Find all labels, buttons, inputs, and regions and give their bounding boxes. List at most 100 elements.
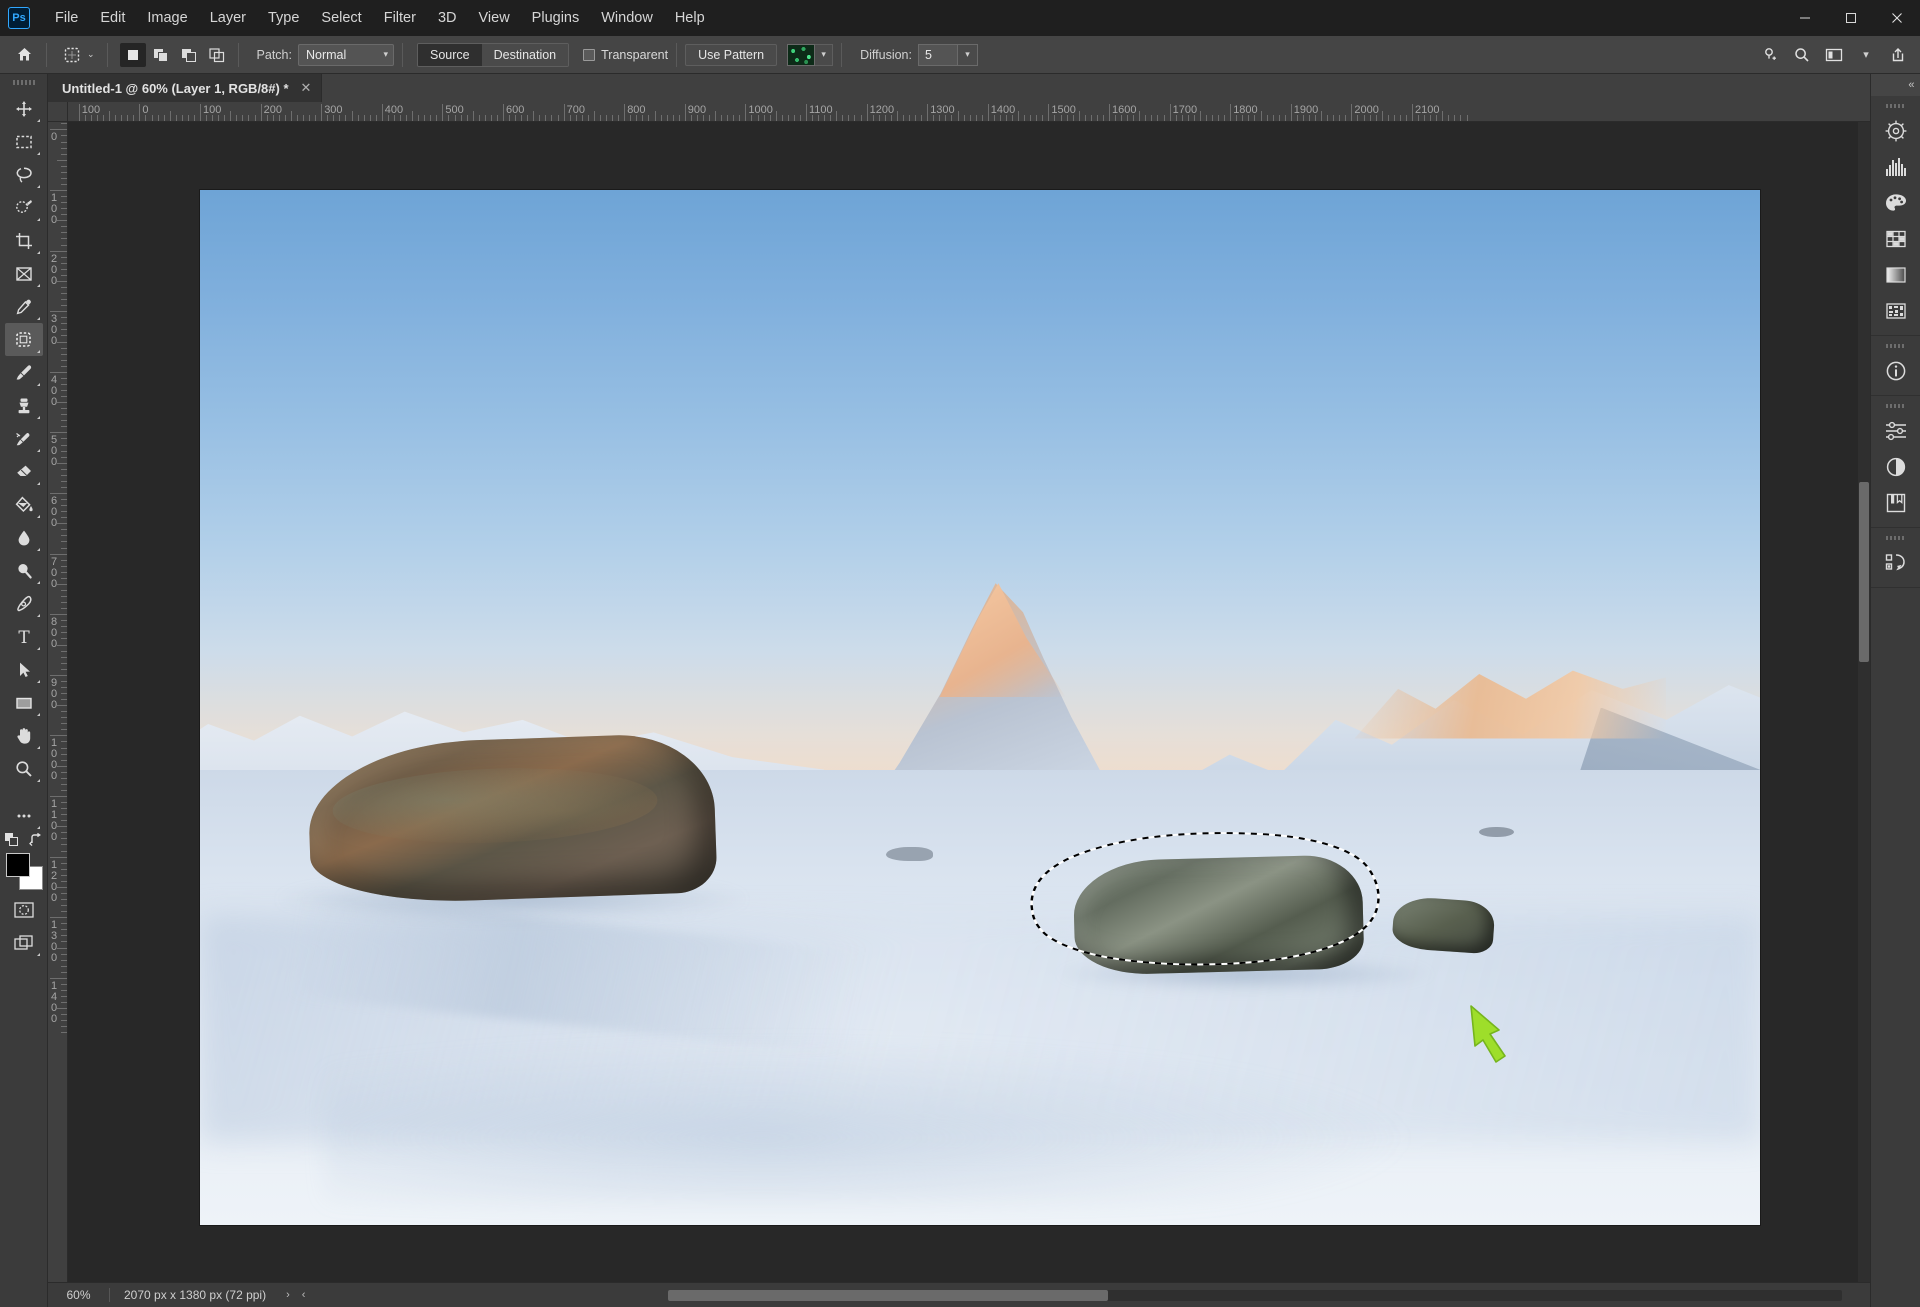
document-tab[interactable]: Untitled-1 @ 60% (Layer 1, RGB/8#) * ✕ bbox=[48, 74, 323, 102]
dodge-tool[interactable] bbox=[5, 554, 43, 587]
rectangle-tool[interactable] bbox=[5, 686, 43, 719]
frame-tool[interactable] bbox=[5, 257, 43, 290]
blur-tool[interactable] bbox=[5, 521, 43, 554]
dock-group-3-grip[interactable] bbox=[1885, 402, 1906, 410]
status-collapse-icon[interactable]: ‹ bbox=[296, 1289, 312, 1301]
move-tool[interactable] bbox=[5, 92, 43, 125]
close-icon[interactable]: ✕ bbox=[301, 80, 312, 96]
brush-tool[interactable] bbox=[5, 356, 43, 389]
canvas-vertical-scroll-thumb[interactable] bbox=[1859, 482, 1869, 662]
zoom-level[interactable]: 60% bbox=[48, 1288, 110, 1302]
use-pattern-button[interactable]: Use Pattern bbox=[685, 43, 778, 66]
patterns-icon[interactable] bbox=[1877, 293, 1915, 329]
menu-view[interactable]: View bbox=[468, 7, 521, 30]
transparent-checkbox-wrap[interactable]: Transparent bbox=[583, 48, 668, 62]
new-selection-button[interactable] bbox=[119, 42, 146, 67]
diffusion-chevron-icon[interactable]: ▾ bbox=[957, 43, 978, 66]
collapse-panels-icon[interactable]: « bbox=[1870, 74, 1920, 96]
ruler-minor-tick bbox=[1339, 115, 1341, 121]
canvas-area[interactable] bbox=[68, 122, 1870, 1282]
swatches-grid-icon[interactable] bbox=[1877, 221, 1915, 257]
menu-layer[interactable]: Layer bbox=[199, 7, 257, 30]
status-expand-icon[interactable]: › bbox=[280, 1289, 296, 1301]
swap-colors-icon[interactable] bbox=[28, 832, 44, 847]
crop-tool[interactable] bbox=[5, 224, 43, 257]
adjustments-sliders-icon[interactable] bbox=[1877, 413, 1915, 449]
add-to-selection-button[interactable] bbox=[148, 43, 174, 67]
foreground-color-swatch[interactable] bbox=[5, 853, 30, 877]
intersect-with-selection-button[interactable] bbox=[204, 43, 230, 67]
camera-raw-icon[interactable] bbox=[1877, 113, 1915, 149]
layers-icon[interactable] bbox=[1877, 485, 1915, 521]
histogram-icon[interactable] bbox=[1877, 149, 1915, 185]
diffusion-input[interactable]: 5 bbox=[917, 43, 958, 66]
eraser-tool[interactable] bbox=[5, 455, 43, 488]
menu-select[interactable]: Select bbox=[310, 7, 372, 30]
minimize-button[interactable] bbox=[1782, 0, 1828, 36]
quick-mask-button[interactable] bbox=[5, 893, 43, 926]
object-selection-tool[interactable] bbox=[5, 191, 43, 224]
zoom-tool[interactable] bbox=[5, 752, 43, 785]
horizontal-scroll-thumb[interactable] bbox=[668, 1289, 1108, 1301]
gradients-icon[interactable] bbox=[1877, 257, 1915, 293]
source-button[interactable]: Source bbox=[417, 43, 482, 66]
screen-mode-button[interactable] bbox=[5, 926, 43, 959]
info-icon[interactable] bbox=[1877, 353, 1915, 389]
dock-group-4-grip[interactable] bbox=[1885, 534, 1906, 542]
patch-tool[interactable] bbox=[4, 323, 43, 356]
menu-help[interactable]: Help bbox=[664, 7, 716, 30]
history-brush-tool[interactable] bbox=[5, 422, 43, 455]
horizontal-ruler[interactable]: 100 0 100 200 300 400 500 600 700 800 900 1000 1100 1… bbox=[68, 102, 1870, 122]
toolbar-grip[interactable] bbox=[12, 78, 35, 88]
ruler-minor-tick bbox=[842, 115, 844, 121]
transparent-checkbox[interactable] bbox=[583, 48, 596, 61]
rectangular-marquee-tool[interactable] bbox=[5, 125, 43, 158]
vertical-ruler[interactable]: 1000100200300400500600700800900100011001… bbox=[48, 122, 68, 1282]
hand-tool[interactable] bbox=[5, 719, 43, 752]
adjustment-layer-icon[interactable] bbox=[1877, 449, 1915, 485]
workspace-icon[interactable] bbox=[1820, 42, 1848, 68]
canvas-vertical-scrollbar[interactable] bbox=[1858, 122, 1870, 1282]
menu-filter[interactable]: Filter bbox=[373, 7, 427, 30]
pen-tool[interactable] bbox=[5, 587, 43, 620]
eyedropper-tool[interactable] bbox=[5, 290, 43, 323]
pattern-swatch[interactable] bbox=[787, 43, 816, 66]
menu-window[interactable]: Window bbox=[590, 7, 664, 30]
edit-toolbar-tool[interactable] bbox=[5, 799, 43, 832]
home-icon[interactable] bbox=[10, 42, 38, 68]
menu-edit[interactable]: Edit bbox=[89, 7, 136, 30]
marching-ants-selection[interactable] bbox=[1014, 813, 1416, 991]
paint-bucket-tool[interactable] bbox=[5, 488, 43, 521]
menu-type[interactable]: Type bbox=[257, 7, 310, 30]
pattern-picker-chevron-icon[interactable]: ▾ bbox=[815, 43, 834, 66]
ruler-minor-tick bbox=[939, 115, 941, 121]
dock-group-2-grip[interactable] bbox=[1885, 342, 1906, 350]
menu-image[interactable]: Image bbox=[136, 7, 198, 30]
search-icon[interactable] bbox=[1788, 42, 1816, 68]
history-icon[interactable] bbox=[1877, 545, 1915, 581]
share-export-icon[interactable] bbox=[1884, 42, 1912, 68]
workspace-chevron-down-icon[interactable]: ▾ bbox=[1852, 42, 1880, 68]
menu-plugins[interactable]: Plugins bbox=[521, 7, 591, 30]
subtract-from-selection-button[interactable] bbox=[176, 43, 202, 67]
path-selection-tool[interactable] bbox=[5, 653, 43, 686]
horizontal-scrollbar[interactable] bbox=[668, 1289, 1842, 1301]
menu-3d[interactable]: 3D bbox=[427, 7, 468, 30]
dock-group-1-grip[interactable] bbox=[1885, 102, 1906, 110]
close-button[interactable] bbox=[1874, 0, 1920, 36]
clone-stamp-tool[interactable] bbox=[5, 389, 43, 422]
share-user-icon[interactable] bbox=[1756, 42, 1784, 68]
menu-file[interactable]: File bbox=[44, 7, 89, 30]
ruler-major-tick bbox=[50, 614, 67, 616]
color-palette-icon[interactable] bbox=[1877, 185, 1915, 221]
ruler-corner[interactable] bbox=[48, 102, 68, 122]
maximize-button[interactable] bbox=[1828, 0, 1874, 36]
lasso-tool[interactable] bbox=[5, 158, 43, 191]
type-tool[interactable]: T bbox=[5, 620, 43, 653]
ruler-major-tick bbox=[1412, 104, 1413, 121]
image-canvas[interactable] bbox=[200, 190, 1760, 1225]
destination-button[interactable]: Destination bbox=[481, 43, 569, 66]
patch-mode-select[interactable]: Normal ▾ bbox=[297, 43, 394, 66]
default-colors-icon[interactable] bbox=[4, 832, 19, 847]
tool-preset-picker[interactable]: ⌄ bbox=[55, 43, 99, 67]
